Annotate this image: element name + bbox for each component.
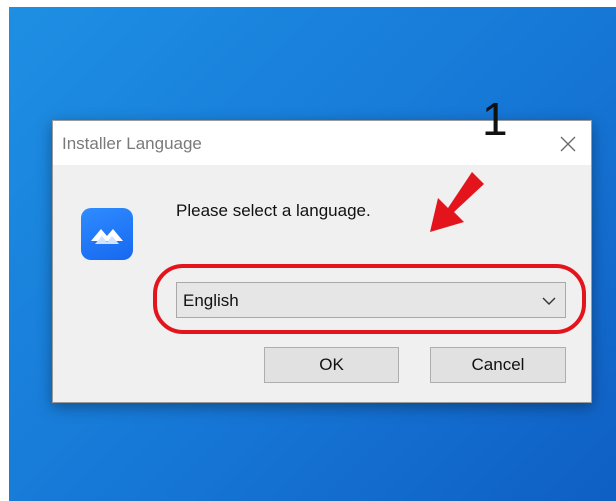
window-title: Installer Language [62, 134, 202, 153]
title-bar: Installer Language [53, 121, 591, 165]
step-number-annotation: 1 [482, 93, 508, 145]
app-logo-icon [81, 208, 133, 260]
close-button[interactable] [553, 129, 583, 159]
arrow-pointer-icon [430, 172, 484, 232]
highlight-annotation [153, 264, 586, 334]
ok-button[interactable]: OK [264, 347, 399, 383]
close-icon [560, 136, 576, 152]
language-prompt: Please select a language. [176, 201, 371, 220]
cancel-button[interactable]: Cancel [430, 347, 566, 383]
installer-language-dialog: Installer Language Please select a langu… [52, 120, 592, 403]
